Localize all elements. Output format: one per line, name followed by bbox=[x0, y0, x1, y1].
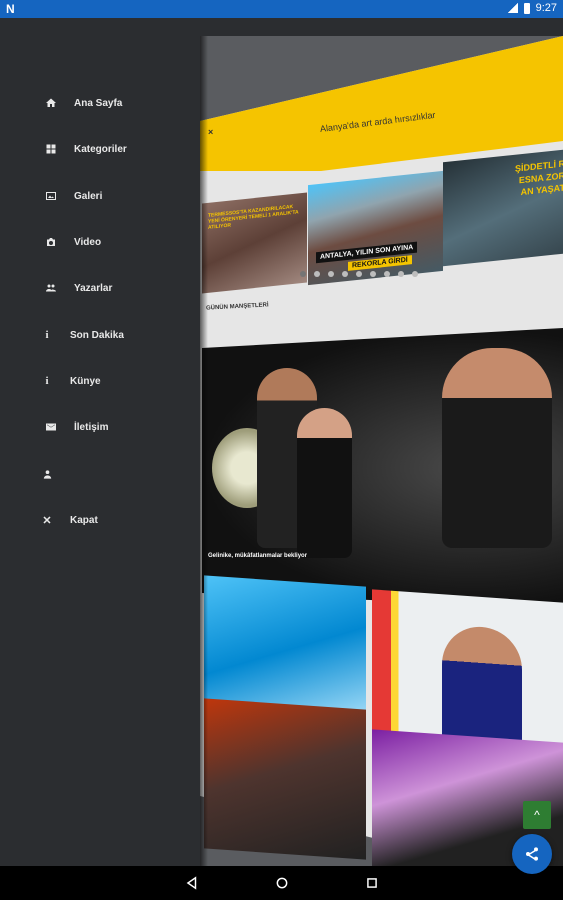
slider-dot[interactable] bbox=[300, 271, 306, 277]
app-preview-panel[interactable]: × Alanya'da art arda hırsızlıklar TERMES… bbox=[200, 36, 563, 884]
slide-3[interactable]: ŞİDDETLİ R ESNA ZOR AN YAŞAT bbox=[443, 149, 563, 267]
slider-dot[interactable] bbox=[384, 271, 390, 277]
scroll-top-button[interactable]: ^ bbox=[523, 801, 551, 829]
mail-icon bbox=[40, 421, 62, 433]
info-icon: i bbox=[45, 329, 49, 341]
slider-dot[interactable] bbox=[328, 271, 334, 277]
slider-dot[interactable] bbox=[356, 271, 362, 277]
slider-dot[interactable] bbox=[370, 271, 376, 277]
info-icon: i bbox=[45, 375, 49, 387]
news-tile-restaurant[interactable] bbox=[204, 698, 366, 860]
headline-slider[interactable]: TERMESSOS'TA KAZANDIRILACAK YENİ ÖRENYER… bbox=[200, 136, 563, 294]
share-icon bbox=[526, 847, 538, 861]
drawer-item-user[interactable] bbox=[40, 462, 70, 486]
status-right: 9:27 bbox=[507, 2, 557, 14]
slider-dot[interactable] bbox=[398, 271, 404, 277]
drawer-item-kategoriler[interactable]: Kategoriler bbox=[40, 137, 127, 161]
navigation-drawer: Ana Sayfa Kategoriler Galeri Video Yazar… bbox=[0, 18, 563, 884]
back-button[interactable] bbox=[182, 873, 202, 893]
drawer-item-label: Yazarlar bbox=[74, 282, 113, 294]
hero-photo-speaker bbox=[442, 348, 552, 548]
app-notification-icon: N bbox=[6, 2, 15, 16]
drawer-item-son-dakika[interactable]: i Son Dakika bbox=[40, 323, 124, 347]
preview-edge-shadow bbox=[200, 36, 208, 884]
drawer-item-video[interactable]: Video bbox=[40, 230, 101, 254]
home-button[interactable] bbox=[272, 873, 292, 893]
recents-button[interactable] bbox=[362, 873, 382, 893]
close-icon: ✕ bbox=[42, 514, 52, 527]
hero-news-card[interactable]: Gelinike, mükâfatlanmalar bekliyor bbox=[202, 328, 563, 608]
back-icon bbox=[186, 876, 196, 890]
share-button[interactable] bbox=[512, 834, 552, 874]
slider-pagination[interactable] bbox=[300, 271, 418, 277]
system-nav-bar bbox=[0, 866, 563, 900]
home-icon bbox=[40, 97, 62, 109]
recents-icon bbox=[366, 878, 377, 888]
hero-caption: Gelinike, mükâfatlanmalar bekliyor bbox=[208, 553, 308, 559]
drawer-item-kapat[interactable]: ✕ Kapat bbox=[40, 508, 98, 532]
home-circle-icon bbox=[276, 877, 287, 889]
drawer-item-label: Son Dakika bbox=[70, 329, 124, 341]
drawer-item-label: Ana Sayfa bbox=[74, 97, 123, 109]
drawer-item-kunye[interactable]: i Künye bbox=[40, 369, 101, 393]
drawer-item-iletisim[interactable]: İletişim bbox=[40, 415, 108, 439]
slide-1[interactable]: TERMESSOS'TA KAZANDIRILACAK YENİ ÖRENYER… bbox=[202, 192, 307, 294]
slide-caption: TERMESSOS'TA KAZANDIRILACAK YENİ ÖRENYER… bbox=[208, 203, 299, 231]
drawer-item-label: Kapat bbox=[70, 514, 98, 526]
drawer-item-label: Galeri bbox=[74, 190, 103, 202]
drawer-item-label: Video bbox=[74, 236, 102, 248]
drawer-item-label: Kategoriler bbox=[74, 143, 127, 155]
slider-dot[interactable] bbox=[342, 271, 348, 277]
drawer-item-galeri[interactable]: Galeri bbox=[40, 184, 102, 208]
drawer-item-label: İletişim bbox=[74, 421, 109, 433]
drawer-item-ana-sayfa[interactable]: Ana Sayfa bbox=[40, 91, 122, 115]
news-tile-politician[interactable] bbox=[372, 589, 563, 753]
camera-icon bbox=[40, 236, 62, 248]
drawer-item-label: Künye bbox=[70, 375, 101, 387]
image-icon bbox=[40, 190, 62, 202]
user-icon bbox=[40, 469, 54, 480]
signal-icon bbox=[507, 3, 518, 13]
hero-photo-person bbox=[297, 408, 352, 558]
slide-2[interactable]: ANTALYA, YILIN SON AYINA REKORLA GİRDİ bbox=[308, 170, 443, 286]
slider-dot[interactable] bbox=[314, 271, 320, 277]
group-icon bbox=[40, 282, 62, 294]
slider-dot[interactable] bbox=[412, 271, 418, 277]
drawer-item-yazarlar[interactable]: Yazarlar bbox=[40, 276, 112, 300]
grid-icon bbox=[40, 143, 62, 155]
clock: 9:27 bbox=[535, 2, 557, 14]
slide-caption: ŞİDDETLİ R ESNA ZOR AN YAŞAT bbox=[514, 158, 563, 198]
tile-photo-person bbox=[442, 624, 522, 750]
battery-icon bbox=[523, 2, 530, 14]
chevron-up-icon: ^ bbox=[534, 808, 540, 822]
status-bar: N 9:27 bbox=[0, 0, 563, 18]
